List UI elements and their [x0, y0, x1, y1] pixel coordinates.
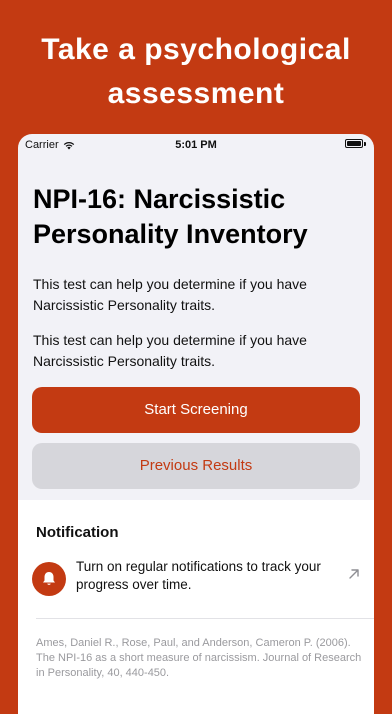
bell-icon — [32, 562, 66, 596]
previous-results-button[interactable]: Previous Results — [32, 443, 360, 489]
start-screening-button[interactable]: Start Screening — [32, 387, 360, 433]
status-bar: Carrier 5:01 PM — [18, 134, 374, 156]
divider — [36, 618, 374, 619]
status-time: 5:01 PM — [175, 139, 217, 151]
notification-row[interactable]: Turn on regular notifications to track y… — [18, 556, 374, 612]
description-1: This test can help you determine if you … — [33, 276, 307, 313]
citation-text: Ames, Daniel R., Rose, Paul, and Anderso… — [36, 637, 362, 679]
notification-card: Notification Turn on regular notificatio… — [18, 500, 374, 714]
page-title: NPI-16: Narcissistic Personality Invento… — [33, 182, 363, 252]
notification-section-title: Notification — [36, 524, 119, 541]
notification-text: Turn on regular notifications to track y… — [76, 559, 321, 592]
description-2: This test can help you determine if you … — [33, 332, 307, 369]
battery-icon — [345, 139, 366, 148]
page-title-line1: NPI-16: Narcissistic — [33, 184, 286, 214]
promo-headline: Take a psychological assessment — [0, 28, 392, 116]
promo-headline-line1: Take a psychological — [41, 33, 351, 66]
promo-headline-line2: assessment — [107, 77, 285, 110]
page-title-line2: Personality Inventory — [33, 219, 308, 249]
arrow-up-right-icon — [349, 569, 359, 579]
phone-screen: Carrier 5:01 PM NPI-16: Narcissistic Per… — [18, 134, 374, 714]
